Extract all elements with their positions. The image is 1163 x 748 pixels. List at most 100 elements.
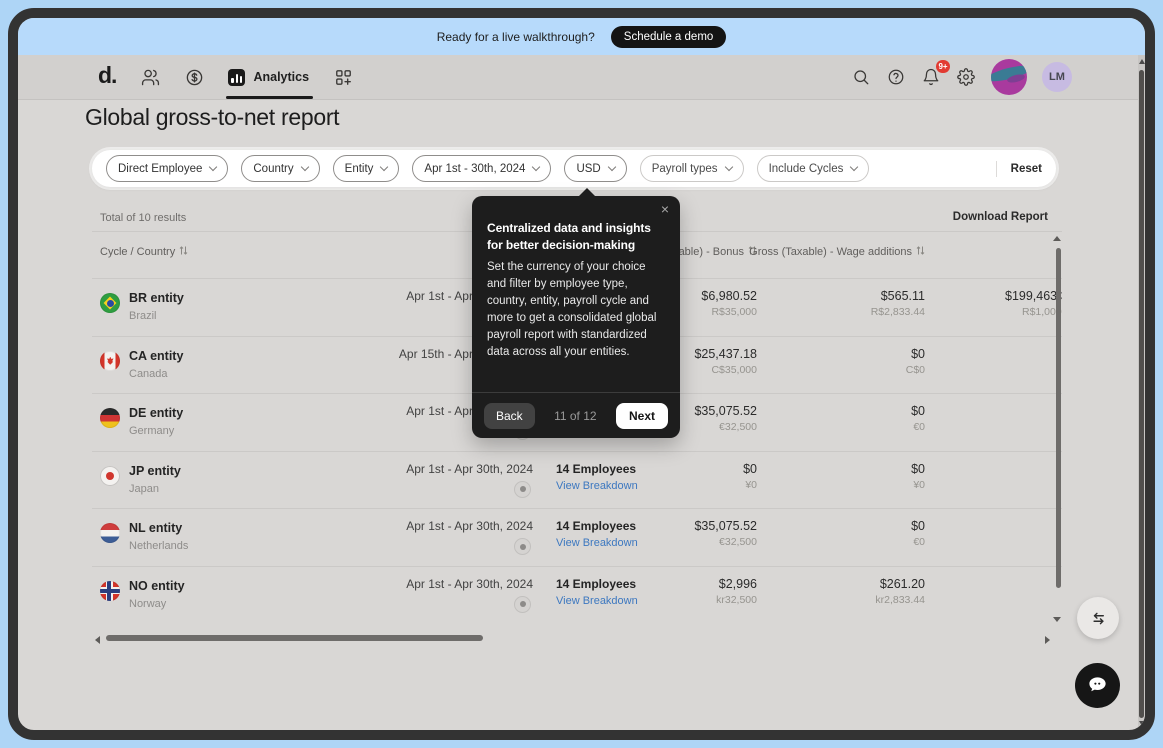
page-scroll-down-arrow[interactable] xyxy=(1139,721,1145,726)
wage-additions-local: ¥0 xyxy=(911,479,925,491)
wage-additions-local: C$0 xyxy=(906,364,925,376)
wage-additions-usd: $0 xyxy=(911,519,925,533)
page-scrollbar[interactable] xyxy=(1139,70,1144,718)
view-breakdown-link[interactable]: View Breakdown xyxy=(556,595,638,607)
table-row-netherlands[interactable]: NL entityNetherlands Apr 1st - Apr 30th,… xyxy=(92,508,1062,566)
gross-bonus-usd: $2,996 xyxy=(716,577,757,591)
apps-icon[interactable] xyxy=(333,67,353,87)
table-row-norway[interactable]: NO entityNorway Apr 1st - Apr 30th, 2024… xyxy=(92,566,1062,624)
download-report-button[interactable]: Download Report xyxy=(953,211,1048,223)
chat-button[interactable] xyxy=(1075,663,1120,708)
gross-bonus-usd: $0 xyxy=(743,462,757,476)
chevron-down-icon xyxy=(724,162,732,170)
tooltip-footer: Back 11 of 12 Next xyxy=(472,392,680,438)
page-title: Global gross-to-net report xyxy=(85,104,339,131)
analytics-label: Analytics xyxy=(253,70,309,84)
cycle-toggle[interactable] xyxy=(514,481,531,498)
entity-name: NL entity xyxy=(129,521,182,535)
gross-bonus-usd: $6,980.52 xyxy=(701,289,757,303)
gross-bonus-local: R$35,000 xyxy=(701,306,757,318)
tooltip-title: Centralized data and insights for better… xyxy=(472,196,680,257)
flag-germany-icon xyxy=(100,408,120,428)
banner-text: Ready for a live walkthrough? xyxy=(437,30,595,44)
tab-analytics[interactable]: Analytics xyxy=(228,69,309,86)
close-icon[interactable]: × xyxy=(661,202,669,216)
filter-bar: Direct Employee Country Entity Apr 1st -… xyxy=(92,150,1056,187)
cycle-toggle[interactable] xyxy=(514,538,531,555)
cycle-dates: Apr 1st - Apr 30th, 2024 xyxy=(406,462,533,476)
table-row-japan[interactable]: JP entityJapan Apr 1st - Apr 30th, 2024 … xyxy=(92,451,1062,509)
next-button[interactable]: Next xyxy=(616,403,668,429)
gross-bonus-usd: $35,075.52 xyxy=(694,519,757,533)
reset-filters-button[interactable]: Reset xyxy=(1011,163,1042,175)
filter-country[interactable]: Country xyxy=(241,155,319,182)
wage-additions-usd: $0 xyxy=(911,462,925,476)
chevron-down-icon xyxy=(607,162,615,170)
user-avatar[interactable]: LM xyxy=(1042,62,1072,92)
gear-icon[interactable] xyxy=(956,67,976,87)
column-cycle-country[interactable]: Cycle / Country xyxy=(100,245,188,259)
deel-logo[interactable]: d. xyxy=(98,64,116,91)
wage-additions-local: €0 xyxy=(911,536,925,548)
table-scroll-right-arrow[interactable] xyxy=(1045,636,1050,644)
gross-bonus-usd: $35,075.52 xyxy=(694,404,757,418)
app-window: Ready for a live walkthrough? Schedule a… xyxy=(8,8,1155,740)
gross-bonus-local: ¥0 xyxy=(743,479,757,491)
filter-entity[interactable]: Entity xyxy=(333,155,400,182)
back-button[interactable]: Back xyxy=(484,403,535,429)
billing-icon[interactable] xyxy=(184,67,204,87)
search-icon[interactable] xyxy=(851,67,871,87)
table-horizontal-scrollbar[interactable] xyxy=(106,635,483,641)
filter-include-cycles[interactable]: Include Cycles xyxy=(757,155,870,182)
table-vertical-scrollbar[interactable] xyxy=(1056,248,1061,588)
entity-name: JP entity xyxy=(129,464,181,478)
flag-canada-icon xyxy=(100,351,120,371)
table-scroll-up-arrow[interactable] xyxy=(1053,236,1061,241)
promo-banner: Ready for a live walkthrough? Schedule a… xyxy=(18,18,1145,55)
gross-bonus-local: C$35,000 xyxy=(694,364,757,376)
table-scroll-left-arrow[interactable] xyxy=(95,636,100,644)
step-indicator: 11 of 12 xyxy=(535,409,616,423)
entity-name: DE entity xyxy=(129,406,183,420)
chevron-down-icon xyxy=(380,162,388,170)
chevron-down-icon xyxy=(300,162,308,170)
wage-additions-usd: $565.11 xyxy=(871,289,925,303)
filter-currency[interactable]: USD xyxy=(564,155,626,182)
chevron-down-icon xyxy=(209,162,217,170)
org-avatar[interactable] xyxy=(991,59,1027,95)
filter-payroll-types[interactable]: Payroll types xyxy=(640,155,744,182)
employee-count: 14 Employees xyxy=(556,577,638,591)
employee-count: 14 Employees xyxy=(556,462,638,476)
chevron-down-icon xyxy=(532,162,540,170)
flag-norway-icon xyxy=(100,581,120,601)
extra-local: R$1,000 xyxy=(1005,306,1062,318)
help-icon[interactable] xyxy=(886,67,906,87)
schedule-demo-button[interactable]: Schedule a demo xyxy=(611,26,727,48)
people-icon[interactable] xyxy=(140,67,160,87)
entity-name: CA entity xyxy=(129,349,183,363)
nav-left-group: d. Analytics xyxy=(18,64,353,91)
gross-bonus-local: kr32,500 xyxy=(716,594,757,606)
analytics-icon xyxy=(228,69,245,86)
wage-additions-usd: $261.20 xyxy=(875,577,925,591)
cycle-toggle[interactable] xyxy=(514,596,531,613)
bell-icon[interactable]: 9+ xyxy=(921,67,941,87)
filter-employee-type[interactable]: Direct Employee xyxy=(106,155,228,182)
page-scroll-up-arrow[interactable] xyxy=(1139,59,1145,64)
extra-usd: $199,463,3 xyxy=(1005,289,1062,303)
divider xyxy=(996,161,997,177)
column-gross-wage-additions[interactable]: Gross (Taxable) - Wage additions xyxy=(749,245,925,259)
flag-japan-icon xyxy=(100,466,120,486)
cycle-dates: Apr 1st - Apr 30th, 2024 xyxy=(406,519,533,533)
quick-settings-button[interactable] xyxy=(1077,597,1119,639)
gross-bonus-local: €32,500 xyxy=(694,536,757,548)
chat-bubble-icon xyxy=(1086,674,1109,697)
gross-bonus-local: €32,500 xyxy=(694,421,757,433)
nav-right-group: 9+ LM xyxy=(851,59,1145,95)
view-breakdown-link[interactable]: View Breakdown xyxy=(556,537,638,549)
filter-date-range[interactable]: Apr 1st - 30th, 2024 xyxy=(412,155,551,182)
table-scroll-down-arrow[interactable] xyxy=(1053,617,1061,622)
view-breakdown-link[interactable]: View Breakdown xyxy=(556,480,638,492)
cycle-dates: Apr 1st - Apr 30th, 2024 xyxy=(406,577,533,591)
employee-count: 14 Employees xyxy=(556,519,638,533)
